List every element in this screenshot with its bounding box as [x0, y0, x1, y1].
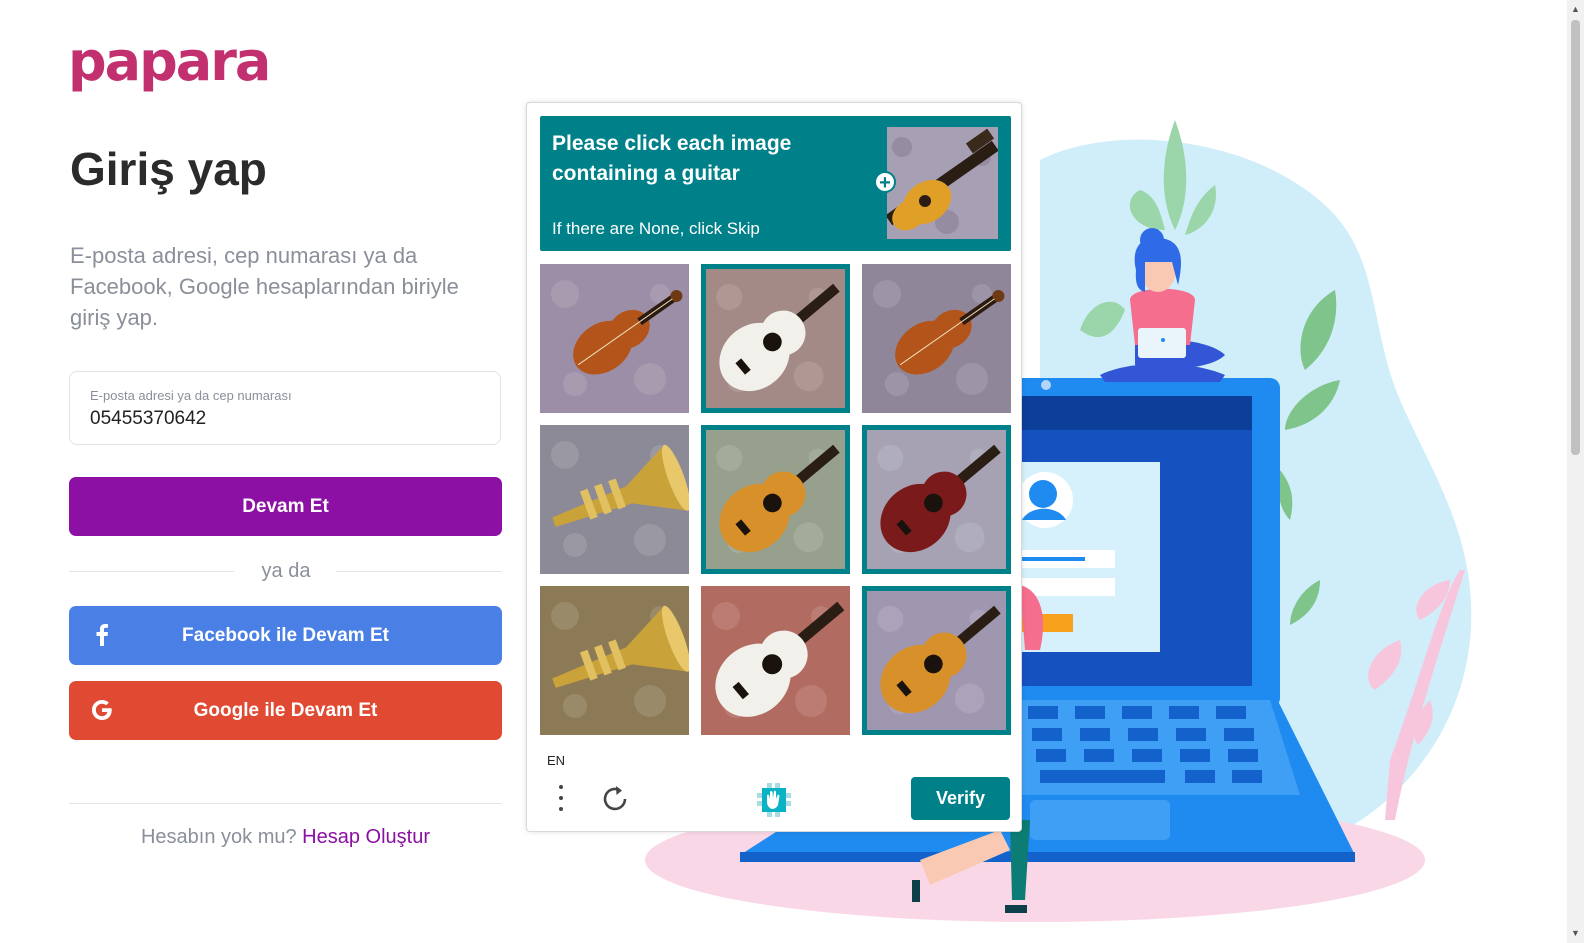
captcha-prompt: Please click each image containing a gui…: [552, 132, 792, 185]
captcha-tile-guitar[interactable]: [701, 425, 850, 574]
divider-right: [336, 571, 502, 572]
captcha-hint: If there are None, click Skip: [552, 219, 760, 238]
bottom-divider: [69, 803, 502, 804]
verify-button[interactable]: Verify: [911, 777, 1010, 820]
continue-button[interactable]: Devam Et: [69, 477, 502, 536]
page-scrollbar[interactable]: ▲ ▼: [1567, 0, 1584, 943]
google-icon: [89, 697, 115, 723]
google-login-button[interactable]: Google ile Devam Et: [69, 681, 502, 740]
page-subtitle: E-posta adresi, cep numarası ya da Faceb…: [70, 243, 459, 330]
signup-prompt: Hesabın yok mu?: [140, 826, 297, 848]
scroll-down-icon[interactable]: ▼: [1571, 928, 1580, 938]
hcaptcha-logo-icon[interactable]: [753, 779, 795, 821]
captcha-sample-image[interactable]: [887, 127, 998, 239]
scroll-up-icon[interactable]: ▲: [1571, 4, 1580, 14]
captcha-tile-guitar[interactable]: [701, 586, 850, 735]
logo-text: papara: [68, 30, 271, 93]
verify-button-label: Verify: [935, 788, 986, 808]
captcha-tile-guitar[interactable]: [701, 264, 850, 413]
create-account-link[interactable]: Hesap Oluştur: [302, 826, 430, 848]
papara-logo[interactable]: papara: [68, 30, 271, 93]
captcha-tile-trumpet[interactable]: [540, 425, 689, 574]
captcha-tile-guitar[interactable]: [862, 586, 1011, 735]
language-selector[interactable]: EN: [547, 753, 565, 768]
scrollbar-thumb[interactable]: [1571, 20, 1580, 455]
refresh-icon[interactable]: [599, 783, 631, 815]
hcaptcha-challenge: Please click each image containing a gui…: [526, 102, 1022, 832]
captcha-header: Please click each image containing a gui…: [540, 116, 1011, 251]
signup-row: Hesabın yok mu? Hesap Oluştur: [69, 826, 502, 849]
continue-button-label: Devam Et: [242, 495, 329, 517]
zoom-plus-icon[interactable]: +: [874, 171, 896, 193]
email-phone-field[interactable]: E-posta adresi ya da cep numarası: [69, 371, 501, 445]
divider-left: [69, 571, 234, 572]
email-phone-label: E-posta adresi ya da cep numarası: [90, 388, 292, 403]
captcha-tile-trumpet[interactable]: [540, 586, 689, 735]
page-title: Giriş yap: [70, 143, 267, 195]
or-label: ya da: [261, 560, 311, 582]
google-login-label: Google ile Devam Et: [193, 699, 378, 721]
more-options-icon[interactable]: [556, 785, 566, 817]
facebook-icon: [89, 622, 115, 648]
captcha-tile-guitar[interactable]: [862, 425, 1011, 574]
facebook-login-label: Facebook ile Devam Et: [182, 624, 389, 646]
captcha-tile-violin[interactable]: [540, 264, 689, 413]
captcha-tile-violin[interactable]: [862, 264, 1011, 413]
facebook-login-button[interactable]: Facebook ile Devam Et: [69, 606, 502, 665]
email-phone-input[interactable]: [90, 408, 480, 430]
